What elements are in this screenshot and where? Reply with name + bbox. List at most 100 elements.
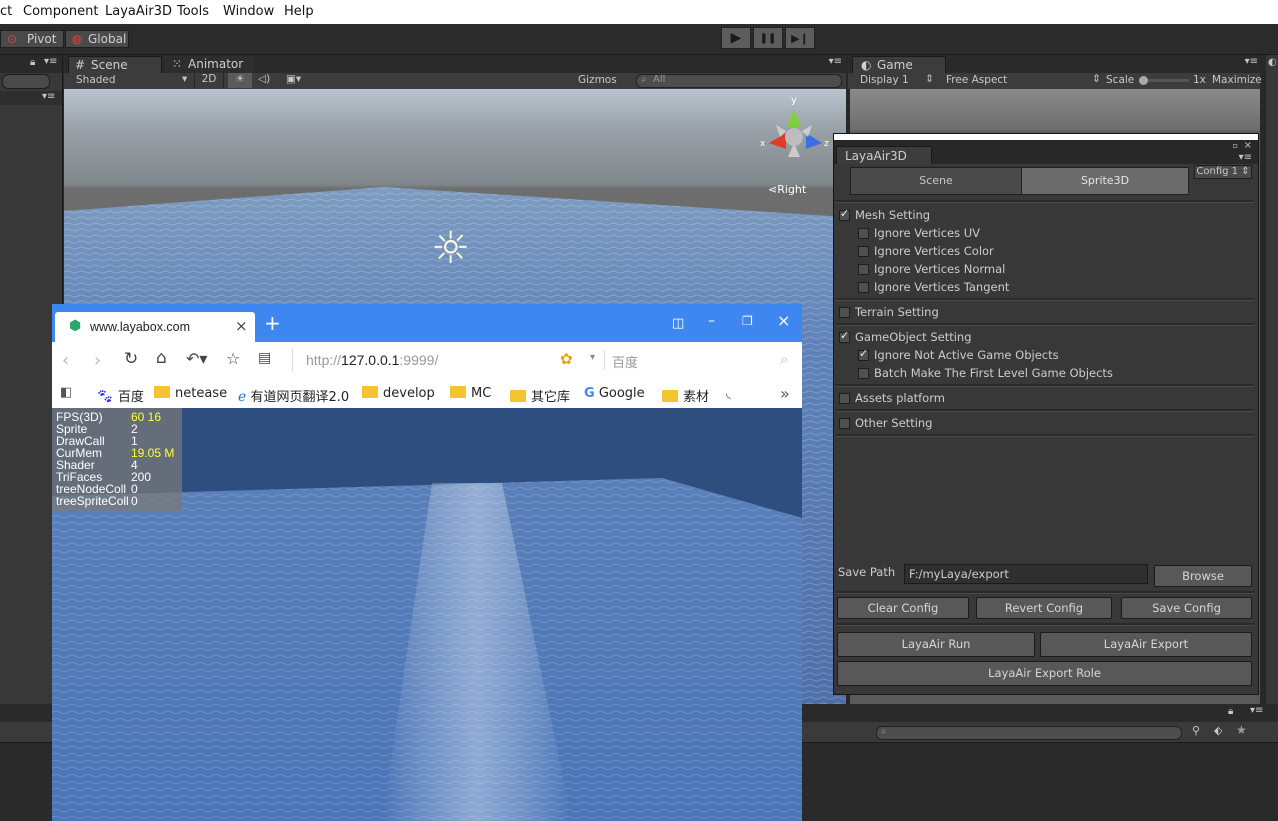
panel-menu-icon[interactable]: ▾≡ [44,56,57,67]
effects-toggle-icon[interactable]: ▣▾ [286,73,301,85]
display-dropdown[interactable]: Display 1 [860,74,909,86]
menu-help[interactable]: Help [284,4,314,19]
ignore-inactive-checkbox[interactable] [858,347,869,361]
sidebar-toggle-icon[interactable]: ◫ [672,316,684,331]
bottom-panel-menu-icon[interactable]: ▾≡ [1250,705,1263,716]
global-button[interactable]: ◍ Global [65,30,129,48]
config-dropdown[interactable]: Config 1 ⇕ [1194,165,1252,179]
restore-icon[interactable]: ❐ [742,314,753,328]
filter-type-icon[interactable]: ⚲ [1192,724,1200,737]
filter-label-icon[interactable]: ⬖ [1214,724,1222,737]
bookmark-google[interactable]: G Google [584,386,645,401]
home-icon[interactable]: ⌂ [156,348,167,368]
save-config-button[interactable]: Save Config [1121,597,1252,619]
audio-toggle-icon[interactable]: ◁) [258,73,270,85]
ignore-tangent-checkbox[interactable] [858,282,869,293]
forward-icon[interactable]: › [94,350,101,371]
close-window-icon[interactable]: × [1244,140,1252,151]
project-search-input[interactable]: ⌕ [876,726,1182,740]
bookmark-star-icon[interactable]: ☆ [226,349,240,368]
search-engine-chevron-icon[interactable]: ▾ [590,352,595,363]
layaair-export-role-button[interactable]: LayaAir Export Role [837,661,1252,686]
pause-button[interactable]: ❚❚ [753,27,783,49]
revert-config-button[interactable]: Revert Config [976,597,1112,619]
gizmos-dropdown[interactable]: Gizmos [578,74,617,86]
browser-search-icon[interactable]: ⌕ [780,350,788,368]
mesh-setting-checkbox[interactable] [839,207,850,221]
inspector-icon[interactable]: ◐ [1268,57,1277,68]
minimize-icon[interactable]: – [708,313,715,329]
other-setting-checkbox[interactable] [839,418,850,429]
bookmark-other-libs[interactable]: 其它库 [510,386,570,405]
lighting-toggle-icon[interactable]: ☀ [228,73,252,88]
tab-game[interactable]: ◐ Game [852,56,946,73]
save-path-input[interactable]: F:/myLaya/export [904,564,1148,584]
hierarchy-menu-icon[interactable]: ▾≡ [42,91,55,102]
reading-list-icon[interactable]: ▤ [258,350,271,366]
address-bar[interactable]: http://127.0.0.1:9999/ [302,348,602,372]
bookmarks-sidebar-icon[interactable]: ◧ [60,385,72,400]
ignore-color-checkbox[interactable] [858,246,869,257]
menu-layaair3d[interactable]: LayaAir3D [105,4,172,19]
scene-search-input[interactable]: ⌕ All [636,74,842,88]
scene-panel-menu-icon[interactable]: ▾≡ [829,56,842,67]
new-tab-button[interactable]: + [264,311,281,335]
browse-button[interactable]: Browse [1154,565,1252,587]
browser-content[interactable]: FPS(3D) 60 16 Sprite 2 DrawCall 1 CurMem… [52,408,802,821]
directional-light-icon[interactable]: ☼ [431,227,470,271]
scale-slider-handle[interactable] [1139,76,1148,85]
step-button[interactable]: ▶❙ [785,27,815,49]
menu-component[interactable]: Component [23,4,98,19]
tab-animator[interactable]: ⁙ Animator [164,56,254,73]
reload-icon[interactable]: ↻ [124,349,138,369]
bookmark-materials[interactable]: 素材 [662,386,709,405]
tab-layaair3d[interactable]: LayaAir3D [836,146,932,164]
pivot-button[interactable]: ⊙ Pivot [0,30,64,48]
back-icon[interactable]: ‹ [62,350,69,371]
tab-scene-config[interactable]: Scene [850,167,1022,195]
tab-sprite3d-config[interactable]: Sprite3D [1021,167,1189,195]
undo-icon[interactable]: ↶▾ [186,349,207,368]
bookmark-develop[interactable]: develop [362,386,435,401]
browser-window: ⬢ www.layabox.com × + ◫ – ❐ × ‹ › ↻ ⌂ ↶▾… [52,304,802,821]
orientation-gizmo[interactable]: y x z ⋖Right [756,95,836,196]
bookmark-netease[interactable]: netease [154,386,227,401]
browser-search-input[interactable]: 百度 ⌕ [608,348,798,372]
layaair-export-button[interactable]: LayaAir Export [1040,632,1252,657]
address-url: http://127.0.0.1:9999/ [306,352,438,368]
scale-slider[interactable] [1139,76,1189,85]
bookmarks-more-icon[interactable]: » [780,384,790,403]
batch-first-level-checkbox[interactable] [858,368,869,379]
lock-icon[interactable]: 🔒︎ [30,57,35,68]
layaair-run-button[interactable]: LayaAir Run [837,632,1035,657]
play-button[interactable]: ▶ [721,27,751,49]
ignore-uv-checkbox[interactable] [858,228,869,239]
maximize-toggle[interactable]: Maximize [1212,74,1262,86]
bookmark-baidu[interactable]: 🐾︎ 百度 [96,386,144,405]
clear-config-button[interactable]: Clear Config [837,597,969,619]
game-panel-menu-icon[interactable]: ▾≡ [1245,56,1258,67]
bookmark-youdao[interactable]: ℯ 有道网页翻译2.0 [238,386,349,405]
browser-tab[interactable]: ⬢ www.layabox.com × [55,312,255,342]
menu-edit-partial[interactable]: ct [0,4,12,19]
bottom-lock-icon[interactable]: 🔒︎ [1228,706,1233,717]
maximize-window-icon[interactable]: ▫ [1233,141,1238,150]
aspect-dropdown[interactable]: Free Aspect [946,74,1007,86]
layaair3d-menu-icon[interactable]: ▾≡ [1239,152,1252,163]
shading-dropdown[interactable]: Shaded [76,74,116,86]
close-tab-icon[interactable]: × [235,317,248,335]
extension-bee-icon[interactable]: ✿ [560,350,573,368]
menu-tools[interactable]: Tools [177,4,209,19]
mode-2d-toggle[interactable]: 2D [194,73,224,88]
terrain-setting-checkbox[interactable] [839,307,850,318]
favorite-star-icon[interactable]: ★ [1236,723,1247,737]
bookmark-overflow-item-icon[interactable]: ◟ [726,386,731,401]
ignore-normal-checkbox[interactable] [858,264,869,275]
assets-platform-checkbox[interactable] [839,393,850,404]
menu-window[interactable]: Window [223,4,274,19]
hierarchy-search-input[interactable] [2,74,50,89]
tab-scene[interactable]: # Scene [68,56,162,73]
bookmark-mc[interactable]: MC [450,386,491,401]
gameobject-setting-checkbox[interactable] [839,329,850,343]
close-window-icon[interactable]: × [777,311,790,330]
